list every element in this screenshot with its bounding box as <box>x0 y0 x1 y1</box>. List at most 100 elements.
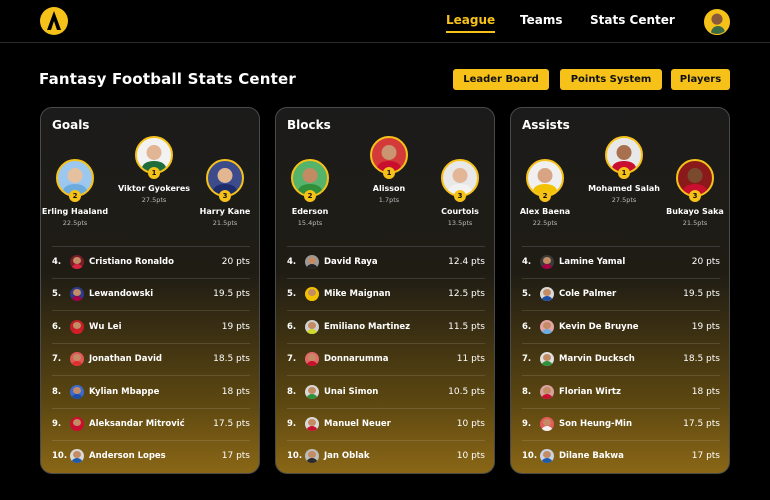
leader-board-button[interactable]: Leader Board <box>453 69 549 90</box>
card-title: Goals <box>52 118 90 132</box>
player-avatar <box>305 449 319 464</box>
player-name[interactable]: Kevin De Bruyne <box>559 322 639 332</box>
podium-player-points: 27.5pts <box>141 196 167 204</box>
leaderboard-row[interactable]: 10. Dilane Bakwa 17 pts <box>511 441 729 473</box>
row-rank: 5. <box>522 289 532 300</box>
row-rank: 10. <box>522 451 538 462</box>
podium-player-points: 13.5pts <box>447 219 473 227</box>
player-points: 11.5 pts <box>448 321 485 332</box>
nav-link-teams[interactable]: Teams <box>520 13 562 27</box>
player-name[interactable]: David Raya <box>324 257 378 267</box>
leaderboard-row[interactable]: 5. Cole Palmer 19.5 pts <box>511 279 729 312</box>
logo-icon[interactable] <box>38 6 70 36</box>
player-name[interactable]: Lewandowski <box>89 289 153 299</box>
leaderboard-row[interactable]: 7. Donnarumma 11 pts <box>276 344 494 377</box>
player-name[interactable]: Son Heung-Min <box>559 419 632 429</box>
podium-player-name[interactable]: Alex Baena <box>520 207 570 216</box>
nav-link-league[interactable]: League <box>446 13 495 27</box>
row-rank: 8. <box>287 386 297 397</box>
player-avatar <box>305 255 319 269</box>
player-name[interactable]: Donnarumma <box>324 354 388 364</box>
player-avatar <box>305 287 319 302</box>
leaderboard-row[interactable]: 6. Wu Lei 19 pts <box>41 312 259 344</box>
player-points: 12.4 pts <box>448 257 485 267</box>
rank-badge: 1 <box>618 167 630 179</box>
player-name[interactable]: Dilane Bakwa <box>559 451 624 461</box>
podium-player-name[interactable]: Ederson <box>292 207 329 216</box>
players-button[interactable]: Players <box>671 69 730 90</box>
row-rank: 6. <box>287 321 297 332</box>
row-rank: 9. <box>522 419 532 429</box>
leaderboard-row[interactable]: 4. David Raya 12.4 pts <box>276 247 494 279</box>
player-name[interactable]: Manuel Neuer <box>324 419 391 429</box>
player-name[interactable]: Emiliano Martinez <box>324 322 410 332</box>
podium-player-name[interactable]: Bukayo Saka <box>666 207 724 216</box>
card-title: Blocks <box>287 118 331 132</box>
rank-badge: 1 <box>383 167 395 179</box>
player-points: 18 pts <box>221 386 250 397</box>
leaderboard-row[interactable]: 8. Kylian Mbappe 18 pts <box>41 377 259 409</box>
rank-badge: 2 <box>69 190 81 202</box>
row-rank: 8. <box>522 386 532 397</box>
leaderboard-row[interactable]: 9. Son Heung-Min 17.5 pts <box>511 409 729 441</box>
leaderboard-row[interactable]: 9. Aleksandar Mitrović 17.5 pts <box>41 409 259 441</box>
assists-card: Assists 1 Mohamed Salah 27.5pts 2 Alex Baena 2… <box>510 107 730 474</box>
player-name[interactable]: Jonathan David <box>89 354 162 364</box>
leaderboard-row[interactable]: 10. Jan Oblak 10 pts <box>276 441 494 473</box>
leaderboard-row[interactable]: 8. Unai Simon 10.5 pts <box>276 377 494 409</box>
player-name[interactable]: Mike Maignan <box>324 289 391 299</box>
leaderboard-row[interactable]: 4. Cristiano Ronaldo 20 pts <box>41 247 259 279</box>
podium-player-name[interactable]: Mohamed Salah <box>588 184 660 193</box>
player-points: 18.5 pts <box>213 354 250 365</box>
player-avatar <box>305 352 319 367</box>
player-name[interactable]: Cole Palmer <box>559 289 616 299</box>
player-name[interactable]: Cristiano Ronaldo <box>89 257 174 267</box>
row-rank: 9. <box>287 419 297 429</box>
leaderboard-row[interactable]: 5. Lewandowski 19.5 pts <box>41 279 259 312</box>
podium-player-points: 1.7pts <box>378 196 400 204</box>
player-name[interactable]: Kylian Mbappe <box>89 387 159 397</box>
podium-player-name[interactable]: Viktor Gyokeres <box>118 184 190 193</box>
player-name[interactable]: Lamine Yamal <box>559 257 625 267</box>
player-name[interactable]: Florian Wirtz <box>559 387 621 397</box>
player-points: 17 pts <box>691 451 720 462</box>
player-points: 19.5 pts <box>213 289 250 300</box>
player-avatar <box>70 287 84 302</box>
player-points: 20 pts <box>691 257 720 267</box>
leaderboard-row[interactable]: 8. Florian Wirtz 18 pts <box>511 377 729 409</box>
player-points: 17.5 pts <box>683 419 720 429</box>
nav-link-stats-center[interactable]: Stats Center <box>590 13 675 27</box>
leaderboard-row[interactable]: 7. Jonathan David 18.5 pts <box>41 344 259 377</box>
leaderboard-row[interactable]: 6. Kevin De Bruyne 19 pts <box>511 312 729 344</box>
player-points: 10 pts <box>456 419 485 429</box>
player-name[interactable]: Wu Lei <box>89 322 121 332</box>
player-name[interactable]: Jan Oblak <box>324 451 370 461</box>
leaderboard-row[interactable]: 10. Anderson Lopes 17 pts <box>41 441 259 473</box>
player-points: 18 pts <box>691 386 720 397</box>
leaderboard-row[interactable]: 5. Mike Maignan 12.5 pts <box>276 279 494 312</box>
podium-player-name[interactable]: Courtois <box>441 207 479 216</box>
podium-player-points: 21.5pts <box>682 219 708 227</box>
podium-player-name[interactable]: Alisson <box>373 184 405 193</box>
points-system-button[interactable]: Points System <box>560 69 662 90</box>
leaderboard-row[interactable]: 4. Lamine Yamal 20 pts <box>511 247 729 279</box>
podium-player-name[interactable]: Harry Kane <box>200 207 251 216</box>
player-avatar <box>540 384 554 399</box>
top-navigation-bar: League Teams Stats Center <box>0 0 770 43</box>
row-rank: 8. <box>52 386 62 397</box>
player-name[interactable]: Marvin Ducksch <box>559 354 635 364</box>
player-points: 18.5 pts <box>683 354 720 365</box>
player-avatar <box>70 449 84 464</box>
leaderboard-row[interactable]: 7. Marvin Ducksch 18.5 pts <box>511 344 729 377</box>
row-rank: 7. <box>52 354 62 365</box>
leaderboard-row[interactable]: 6. Emiliano Martinez 11.5 pts <box>276 312 494 344</box>
podium-player-points: 27.5pts <box>611 196 637 204</box>
podium-player-name[interactable]: Erling Haaland <box>42 207 108 216</box>
user-avatar[interactable] <box>704 9 730 35</box>
player-name[interactable]: Aleksandar Mitrović <box>89 419 185 429</box>
leaderboard-row[interactable]: 9. Manuel Neuer 10 pts <box>276 409 494 441</box>
player-name[interactable]: Anderson Lopes <box>89 451 166 461</box>
player-avatar <box>540 449 554 464</box>
page-title: Fantasy Football Stats Center <box>39 70 296 88</box>
player-name[interactable]: Unai Simon <box>324 387 378 397</box>
